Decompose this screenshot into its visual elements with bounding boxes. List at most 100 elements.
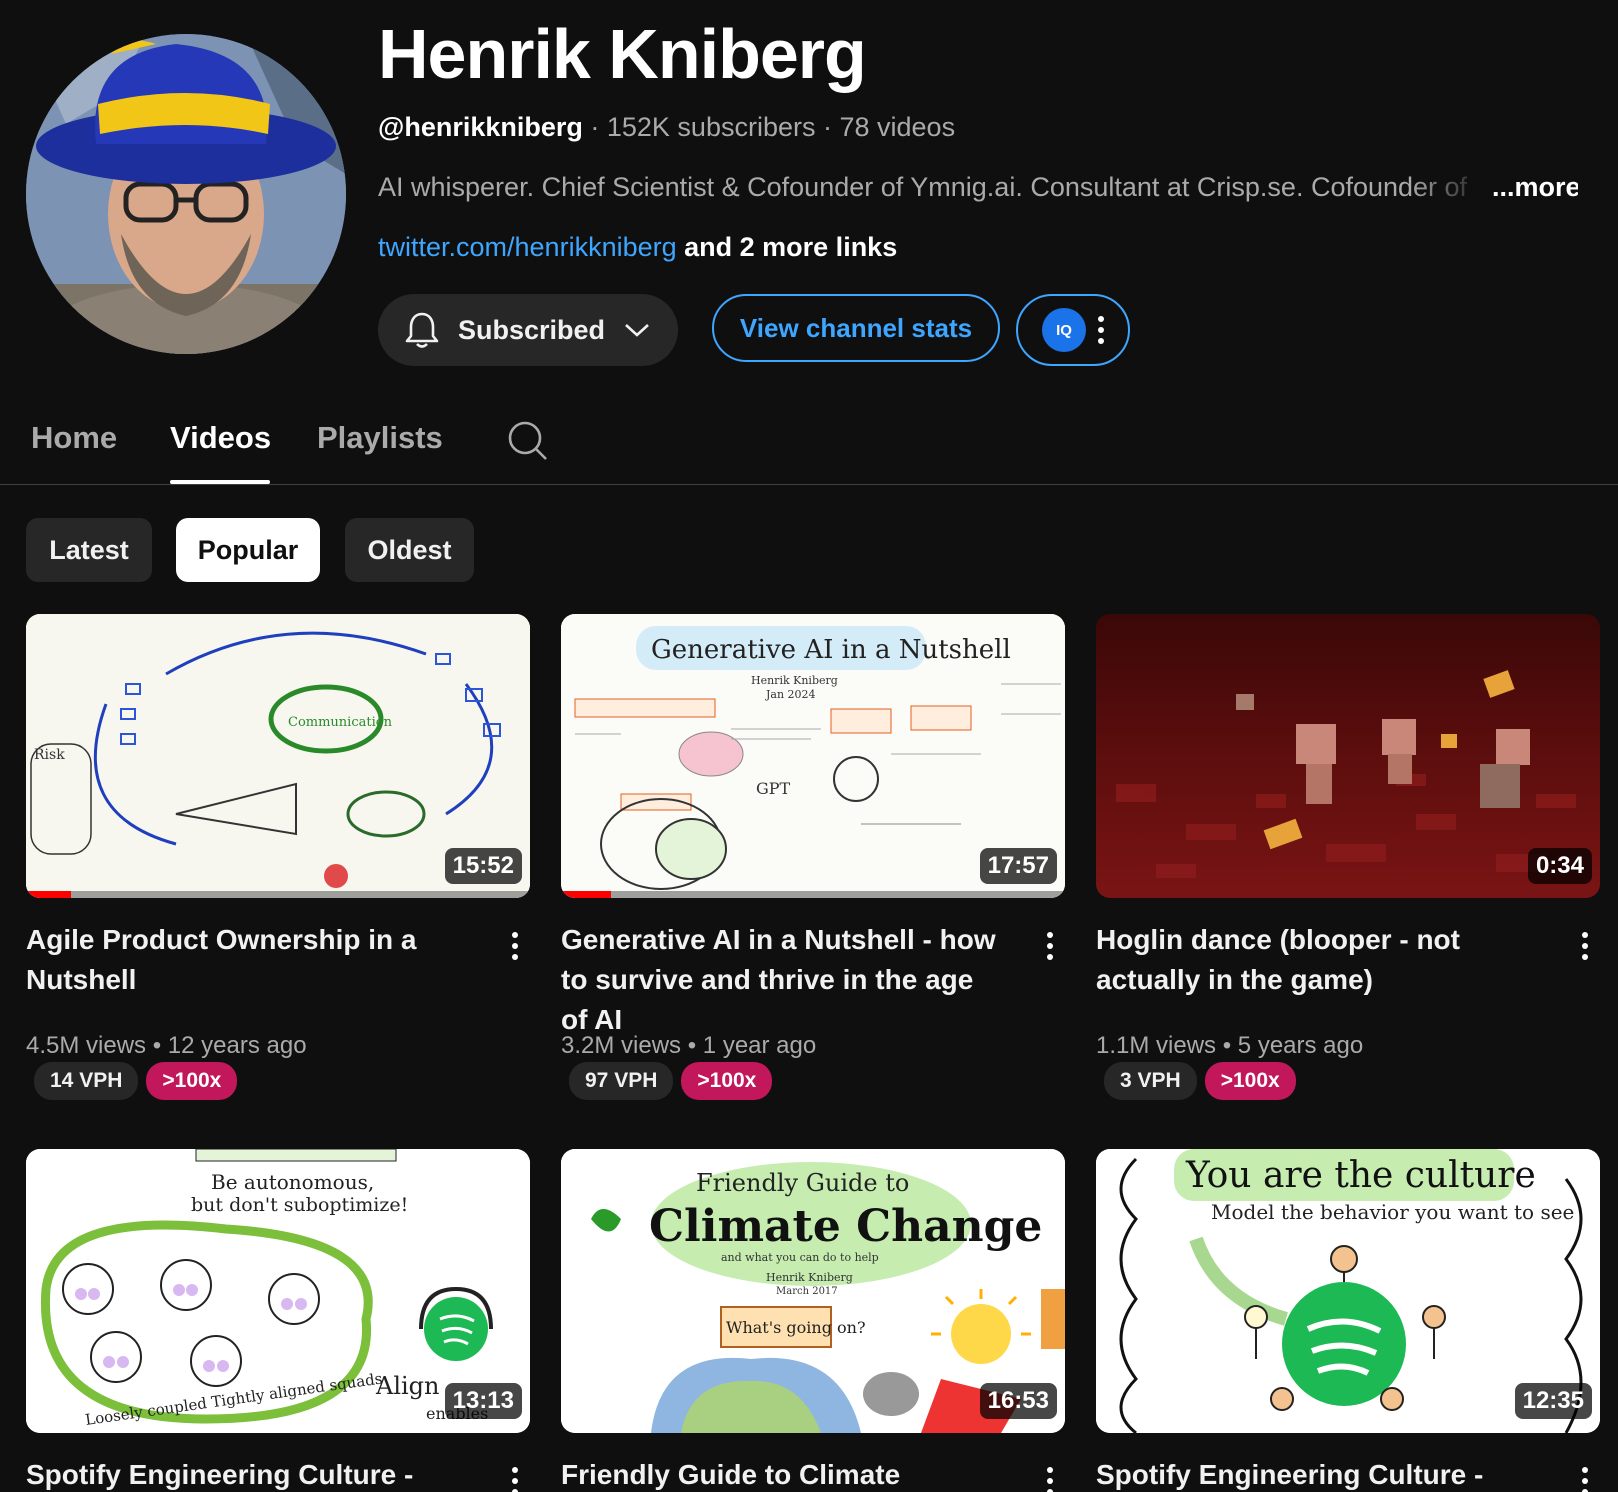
subscribed-label: Subscribed xyxy=(458,314,606,345)
iq-extension-icon: IQ xyxy=(1042,308,1086,352)
thumb-text: but don't suboptimize! xyxy=(191,1194,408,1216)
stats-separator: • xyxy=(146,1032,168,1059)
vph-badge: 14 VPH xyxy=(34,1062,139,1100)
subscribed-button[interactable]: Subscribed xyxy=(378,294,678,366)
video-thumbnail[interactable]: 0:34 xyxy=(1096,614,1600,898)
channel-description[interactable]: AI whisperer. Chief Scientist & Cofounde… xyxy=(378,172,1578,203)
thumb-text: Jan 2024 xyxy=(765,688,816,701)
upload-age: 5 years ago xyxy=(1237,1032,1364,1059)
video-card[interactable]: Communication Risk 15:52 Agile Product O… xyxy=(26,614,530,1100)
video-title[interactable]: Spotify Engineering Culture - Part 2 xyxy=(1096,1455,1536,1492)
thumb-text: and what you can do to help xyxy=(721,1251,879,1264)
vph-badge: 3 VPH xyxy=(1104,1062,1197,1100)
more-vert-icon[interactable] xyxy=(1047,932,1053,960)
watch-progress-bar xyxy=(26,891,72,898)
extension-badges: 97 VPH >100x xyxy=(569,1062,773,1100)
video-duration: 17:57 xyxy=(979,848,1057,884)
video-card[interactable]: You are the culture Model the behavior y… xyxy=(1096,1149,1600,1492)
view-count: 4.5M views xyxy=(26,1032,147,1059)
watch-progress-bar xyxy=(561,891,612,898)
upload-age: 12 years ago xyxy=(167,1032,307,1059)
outlier-badge: >100x xyxy=(1204,1062,1296,1100)
more-vert-icon[interactable] xyxy=(512,1467,518,1492)
more-vert-icon[interactable] xyxy=(512,932,518,960)
video-title[interactable]: Generative AI in a Nutshell - how to sur… xyxy=(561,920,1001,1040)
extension-badges: 14 VPH >100x xyxy=(34,1062,238,1100)
video-count: 78 videos xyxy=(839,112,956,142)
extension-menu-button[interactable]: IQ xyxy=(1016,294,1130,366)
bell-icon xyxy=(404,311,440,349)
stats-separator: • xyxy=(681,1032,703,1059)
view-count: 1.1M views xyxy=(1096,1032,1217,1059)
channel-tabs: Home Videos Playlists xyxy=(0,410,1618,485)
video-duration: 12:35 xyxy=(1514,1383,1592,1419)
video-thumbnail[interactable]: Generative AI in a Nutshell Henrik Knibe… xyxy=(561,614,1065,898)
extension-badges: 3 VPH >100x xyxy=(1104,1062,1296,1100)
thumb-text: Model the behavior you want to see xyxy=(1211,1200,1574,1224)
meta-separator: · xyxy=(582,112,607,142)
thumb-text: You are the culture xyxy=(1185,1155,1536,1196)
upload-age: 1 year ago xyxy=(702,1032,817,1059)
thumb-text: Henrik Kniberg xyxy=(766,1271,853,1284)
thumb-text: Align xyxy=(375,1372,440,1400)
more-links-button[interactable]: and 2 more links xyxy=(684,232,897,262)
channel-name: Henrik Kniberg xyxy=(378,15,867,93)
filter-popular[interactable]: Popular xyxy=(176,518,320,582)
video-title[interactable]: Friendly Guide to Climate Change - xyxy=(561,1455,1001,1492)
channel-links: twitter.com/henrikkniberg and 2 more lin… xyxy=(378,232,897,263)
description-more-link[interactable]: ...more xyxy=(1492,172,1578,202)
view-channel-stats-button[interactable]: View channel stats xyxy=(712,294,1000,362)
thumb-text: GPT xyxy=(756,779,791,798)
thumb-text: Communication xyxy=(288,715,393,730)
filter-oldest[interactable]: Oldest xyxy=(345,518,474,582)
channel-avatar[interactable] xyxy=(26,34,346,354)
progress-track xyxy=(26,891,530,898)
video-card[interactable]: Generative AI in a Nutshell Henrik Knibe… xyxy=(561,614,1065,1100)
thumb-text: March 2017 xyxy=(776,1286,838,1297)
video-card[interactable]: 0:34 Hoglin dance (blooper - not actuall… xyxy=(1096,614,1600,1100)
more-vert-icon[interactable] xyxy=(1047,1467,1053,1492)
video-stats: 4.5M views • 12 years ago xyxy=(26,1032,307,1060)
thumb-text: Climate Change xyxy=(649,1201,1042,1252)
video-title[interactable]: Agile Product Ownership in a Nutshell xyxy=(26,920,466,1000)
stats-separator: • xyxy=(1216,1032,1238,1059)
more-vert-icon[interactable] xyxy=(1582,932,1588,960)
tab-home[interactable]: Home xyxy=(31,420,117,456)
video-thumbnail[interactable]: Communication Risk 15:52 xyxy=(26,614,530,898)
active-tab-indicator xyxy=(170,480,270,484)
thumb-text: What's going on? xyxy=(726,1318,866,1337)
outlier-badge: >100x xyxy=(681,1062,773,1100)
subscriber-count: 152K subscribers xyxy=(606,112,816,142)
thumb-text: Henrik Kniberg xyxy=(751,674,838,687)
video-duration: 16:53 xyxy=(979,1383,1057,1419)
progress-track xyxy=(561,891,1065,898)
video-thumbnail[interactable]: Be autonomous, but don't suboptimize! Al… xyxy=(26,1149,530,1433)
video-duration: 13:13 xyxy=(444,1383,522,1419)
twitter-link[interactable]: twitter.com/henrikkniberg xyxy=(378,232,677,262)
channel-handle: @henrikkniberg xyxy=(378,112,583,142)
video-thumbnail[interactable]: Friendly Guide to Climate Change and wha… xyxy=(561,1149,1065,1433)
channel-meta: @henrikkniberg · 152K subscribers · 78 v… xyxy=(378,112,955,143)
video-thumbnail[interactable]: You are the culture Model the behavior y… xyxy=(1096,1149,1600,1433)
vph-badge: 97 VPH xyxy=(569,1062,674,1100)
video-title[interactable]: Spotify Engineering Culture - Part 1 xyxy=(26,1455,466,1492)
video-duration: 0:34 xyxy=(1527,848,1592,884)
search-icon[interactable] xyxy=(505,418,549,462)
video-title[interactable]: Hoglin dance (blooper - not actually in … xyxy=(1096,920,1536,1000)
meta-separator: · xyxy=(815,112,840,142)
more-vert-icon xyxy=(1098,316,1104,344)
video-card[interactable]: Friendly Guide to Climate Change and wha… xyxy=(561,1149,1065,1492)
thumb-text: Risk xyxy=(34,747,65,763)
video-stats: 1.1M views • 5 years ago xyxy=(1096,1032,1363,1060)
thumb-text: Friendly Guide to xyxy=(696,1169,909,1197)
more-vert-icon[interactable] xyxy=(1582,1467,1588,1492)
video-duration: 15:52 xyxy=(444,848,522,884)
video-stats: 3.2M views • 1 year ago xyxy=(561,1032,816,1060)
view-count: 3.2M views xyxy=(561,1032,682,1059)
tab-videos[interactable]: Videos xyxy=(170,420,271,456)
chevron-down-icon xyxy=(623,321,651,339)
video-card[interactable]: Be autonomous, but don't suboptimize! Al… xyxy=(26,1149,530,1492)
filter-latest[interactable]: Latest xyxy=(26,518,152,582)
description-text: AI whisperer. Chief Scientist & Cofounde… xyxy=(378,172,1468,202)
tab-playlists[interactable]: Playlists xyxy=(317,420,443,456)
